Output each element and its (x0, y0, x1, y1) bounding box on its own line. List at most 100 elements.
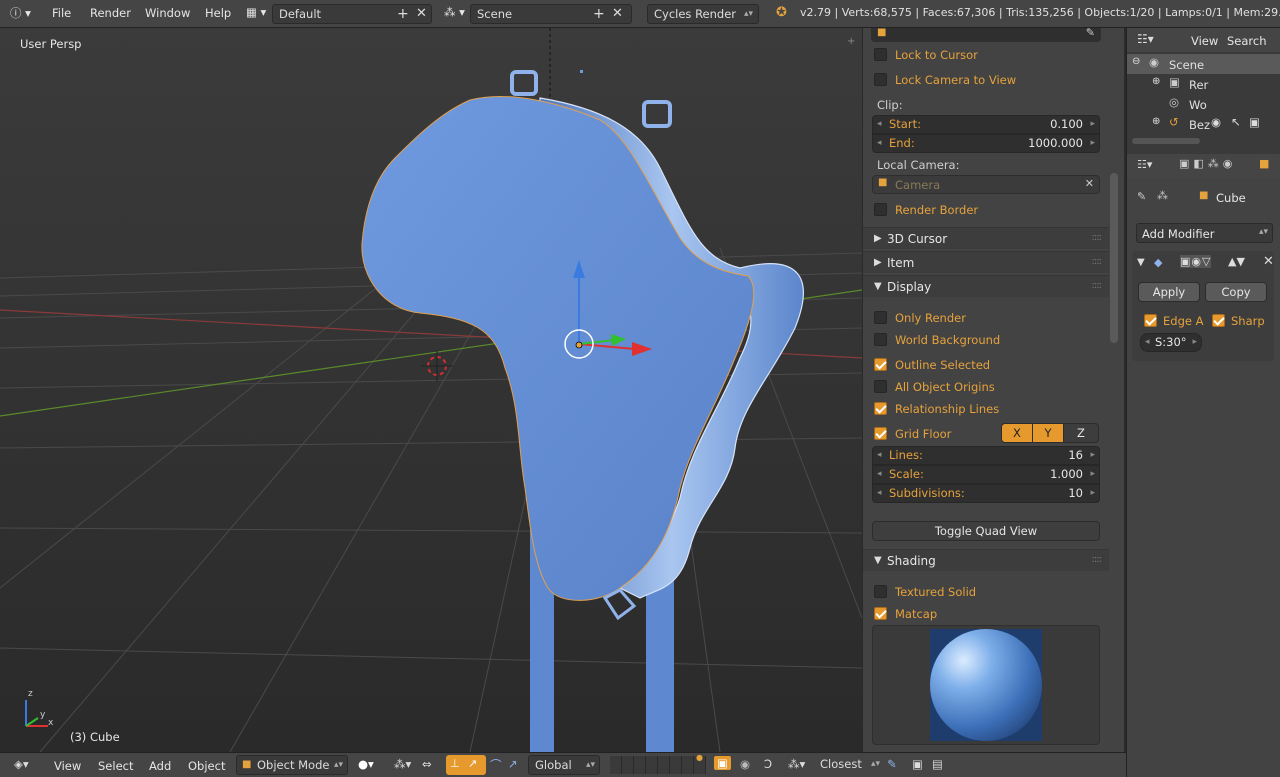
scene-icon[interactable]: ⁂ ▾ (444, 5, 465, 19)
apply-modifier-button[interactable]: Apply (1138, 282, 1200, 302)
menu-render[interactable]: Render (90, 6, 131, 20)
copy-modifier-button[interactable]: Copy (1205, 282, 1267, 302)
sidebar-scrollbar[interactable] (1110, 173, 1118, 343)
add-modifier-dropdown[interactable]: Add Modifier ▴▾ (1136, 223, 1273, 243)
mode-dropdown[interactable]: ■ Object Mode ▴▾ (236, 755, 348, 775)
matcap-preview-frame[interactable] (872, 625, 1100, 745)
layout-selector[interactable]: Default + ✕ (272, 4, 432, 24)
scene-selector[interactable]: Scene + ✕ (470, 4, 632, 24)
render-engine-dropdown[interactable]: Cycles Render ▴▾ (647, 4, 759, 24)
modifier-visibility-icons[interactable]: ▣◉▽ (1180, 255, 1212, 268)
outliner-row-world[interactable]: ◎ Wo (1127, 94, 1280, 114)
menu-view[interactable]: View (54, 759, 81, 773)
scale-manipulator-icon[interactable]: ⌒ (490, 757, 502, 773)
info-editor-icon[interactable]: ⓘ ▾ (10, 5, 31, 21)
clear-camera-icon[interactable]: ✕ (1085, 177, 1094, 190)
snap-element-icon[interactable]: ⁂▾ (788, 757, 805, 771)
properties-editor-icon[interactable]: ☷▾ (1137, 158, 1152, 171)
matcap-checkbox[interactable] (874, 607, 887, 620)
add-layout-icon[interactable]: + (397, 5, 409, 23)
close-layout-icon[interactable]: ✕ (416, 5, 427, 23)
editor-type-icon[interactable]: ◈▾ (14, 757, 29, 771)
toggle-quad-view-button[interactable]: Toggle Quad View (872, 521, 1100, 541)
outliner-search-menu[interactable]: Search (1227, 34, 1267, 48)
drag-handle-icon[interactable]: :::: (1092, 256, 1103, 267)
grid-scale-field[interactable]: Scale: 1.000 (872, 465, 1100, 484)
grid-axis-z-toggle[interactable]: Z (1063, 423, 1099, 443)
panel-item-header[interactable]: ▶ Item :::: (863, 251, 1109, 273)
close-scene-icon[interactable]: ✕ (612, 5, 623, 23)
remove-modifier-icon[interactable]: ✕ (1263, 254, 1274, 269)
grid-axis-y-toggle[interactable]: Y (1032, 423, 1064, 443)
grid-floor-checkbox[interactable] (874, 427, 887, 440)
local-camera-field[interactable]: ■ Camera ✕ (872, 175, 1100, 194)
eyedropper-icon[interactable]: ✎ (1086, 28, 1095, 39)
pivot-point-icon[interactable]: ⁂▾ (394, 757, 411, 771)
modifier-move-icons[interactable]: ▲▼ (1228, 255, 1245, 268)
lock-camera-checkbox[interactable] (874, 73, 887, 86)
drag-handle-icon[interactable]: :::: (1092, 280, 1103, 291)
all-object-origins-checkbox[interactable] (874, 380, 887, 393)
transform-arrow-icon[interactable]: ↗ (508, 757, 518, 771)
render-border-checkbox[interactable] (874, 203, 887, 216)
manipulator-translate-toggle[interactable]: ⊥ ↗ (446, 755, 486, 775)
add-scene-icon[interactable]: + (593, 5, 605, 23)
grid-subdivisions-field[interactable]: Subdivisions: 10 (872, 484, 1100, 503)
menu-window[interactable]: Window (145, 6, 190, 20)
visibility-eye-icon[interactable]: ◉ (1211, 115, 1221, 129)
panel-shading-header[interactable]: ▼ Shading :::: (863, 549, 1109, 571)
only-render-checkbox[interactable] (874, 311, 887, 324)
outliner-editor-icon[interactable]: ☷▾ (1137, 32, 1154, 46)
menu-add[interactable]: Add (149, 759, 171, 773)
collapse-icon[interactable]: ⊖ (1132, 56, 1140, 67)
clip-start-field[interactable]: Start: 0.100 (872, 115, 1100, 134)
drag-handle-icon[interactable]: :::: (1092, 554, 1103, 565)
expand-icon[interactable]: ⊕ (1152, 76, 1160, 87)
outline-selected-checkbox[interactable] (874, 358, 887, 371)
grid-axis-x-toggle[interactable]: X (1001, 423, 1033, 443)
layout-grid-icon[interactable]: ▦ ▾ (246, 5, 266, 19)
modifier-collapse-icon[interactable]: ▼ (1137, 257, 1145, 268)
snap-align-icon[interactable]: ✎ (887, 757, 897, 771)
panel-display-header[interactable]: ▼ Display :::: (863, 275, 1109, 297)
drag-handle-icon[interactable]: :::: (1092, 232, 1103, 243)
properties-tab-icons[interactable]: ▣◧⁂◉ (1179, 157, 1236, 170)
object-tab-icon[interactable]: ■ (1259, 157, 1269, 170)
selectable-cursor-icon[interactable]: ↖ (1231, 115, 1241, 129)
menu-file[interactable]: File (52, 6, 71, 20)
world-background-checkbox[interactable] (874, 333, 887, 346)
render-animation-icon[interactable]: ▤ (932, 757, 943, 771)
expand-icon[interactable]: ⊕ (1152, 116, 1160, 127)
top-field[interactable]: ■ ✎ (871, 28, 1101, 42)
relationship-lines-checkbox[interactable] (874, 402, 887, 415)
renderable-camera-icon[interactable]: ▣ (1249, 115, 1260, 129)
menu-object[interactable]: Object (188, 759, 225, 773)
clip-end-field[interactable]: End: 1000.000 (872, 134, 1100, 153)
snap-magnet-icon[interactable]: Ↄ (764, 757, 772, 771)
textured-solid-checkbox[interactable] (874, 585, 887, 598)
proportional-edit-icon[interactable]: ◉ (740, 757, 750, 771)
render-still-icon[interactable]: ▣ (912, 757, 923, 771)
lock-cursor-checkbox[interactable] (874, 48, 887, 61)
layer-buttons[interactable]: ● (610, 753, 706, 774)
outliner-row-scene[interactable]: ⊖ ◉ Scene (1127, 54, 1280, 74)
lock-layers-icon[interactable]: ▣ (714, 756, 731, 770)
sharp-edges-checkbox[interactable] (1212, 314, 1225, 327)
manipulator-toggle-icon[interactable]: ⇔ (422, 757, 432, 771)
menu-select[interactable]: Select (98, 759, 133, 773)
pin-icon[interactable]: ✎ (1137, 190, 1146, 203)
panel-3d-cursor-header[interactable]: ▶ 3D Cursor :::: (863, 227, 1109, 249)
viewport-shading-icon[interactable]: ●▾ (358, 757, 374, 771)
snap-target-dropdown[interactable]: Closest ▴▾ (814, 755, 884, 775)
viewport-corner-plus-icon[interactable]: + (847, 36, 855, 47)
outliner-scrollbar[interactable] (1132, 138, 1200, 144)
outliner-row-bezier[interactable]: ⊕ ↺ Bez ◉ ↖ ▣ (1127, 114, 1280, 134)
orientation-dropdown[interactable]: Global ▴▾ (528, 755, 600, 775)
menu-help[interactable]: Help (205, 6, 231, 20)
3d-viewport[interactable]: User Persp (3) Cube z y x + (0, 28, 862, 752)
grid-lines-field[interactable]: Lines: 16 (872, 446, 1100, 465)
split-angle-field[interactable]: S:30° (1140, 333, 1202, 352)
outliner-view-menu[interactable]: View (1191, 34, 1218, 48)
edge-angle-checkbox[interactable] (1144, 314, 1157, 327)
outliner-row-render-layers[interactable]: ⊕ ▣ Rer (1127, 74, 1280, 94)
